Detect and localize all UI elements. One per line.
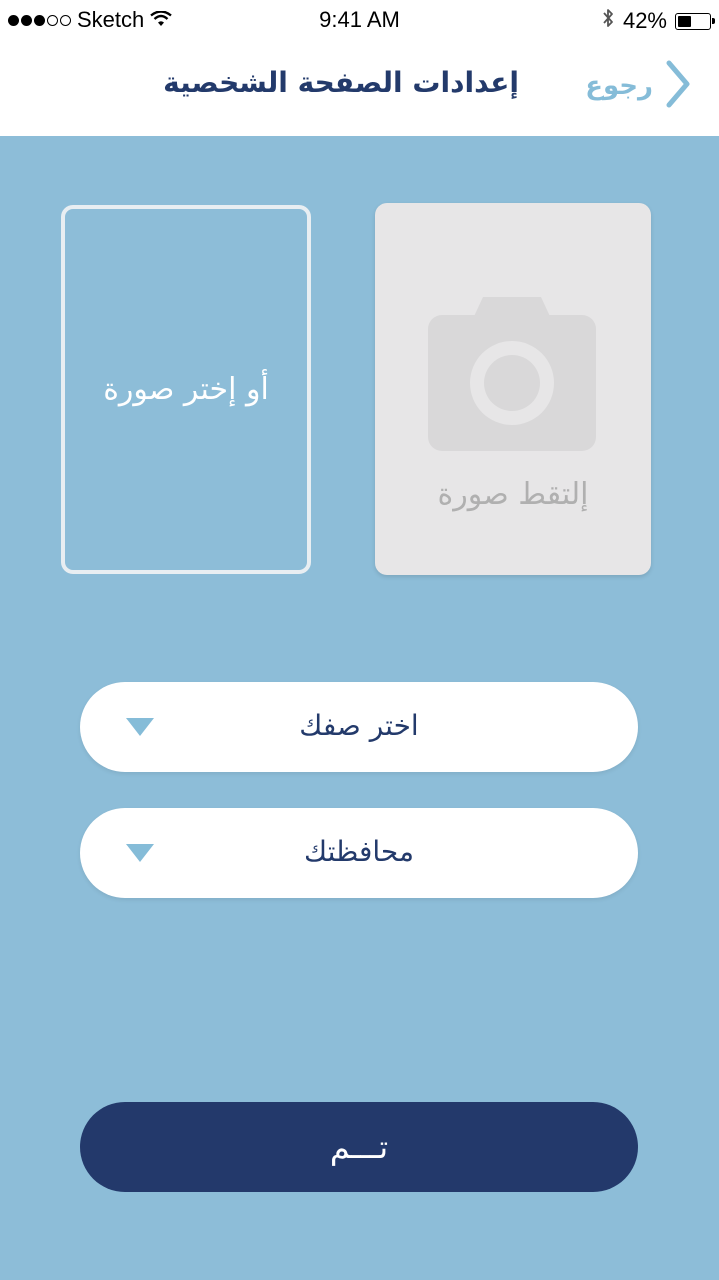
bluetooth-icon xyxy=(601,7,615,35)
done-button[interactable]: تـــم xyxy=(80,1102,638,1192)
governorate-dropdown-label: محافظتك xyxy=(303,835,414,868)
grade-dropdown-label: اختر صفك xyxy=(299,709,419,742)
choose-photo-button[interactable]: أو إختر صورة xyxy=(61,205,311,574)
back-label: رجوع xyxy=(585,71,653,101)
battery-icon xyxy=(675,12,715,30)
done-button-label: تـــم xyxy=(329,1128,389,1166)
back-button[interactable]: رجوع xyxy=(585,60,691,112)
grade-dropdown[interactable]: اختر صفك xyxy=(80,682,638,772)
governorate-dropdown[interactable]: محافظتك xyxy=(80,808,638,898)
camera-icon xyxy=(428,297,596,455)
choose-photo-label: أو إختر صورة xyxy=(103,372,269,407)
chevron-right-icon xyxy=(665,60,691,112)
nav-bar: إعدادات الصفحة الشخصية رجوع xyxy=(0,40,719,136)
page-title: إعدادات الصفحة الشخصية xyxy=(163,66,519,99)
status-bar: Sketch 9:41 AM 42% xyxy=(0,0,719,40)
take-photo-label: إلتقط صورة xyxy=(437,477,589,512)
status-right: 42% xyxy=(601,7,715,35)
take-photo-button[interactable]: إلتقط صورة xyxy=(375,203,651,575)
battery-percent: 42% xyxy=(622,8,667,33)
battery-level xyxy=(678,15,691,27)
